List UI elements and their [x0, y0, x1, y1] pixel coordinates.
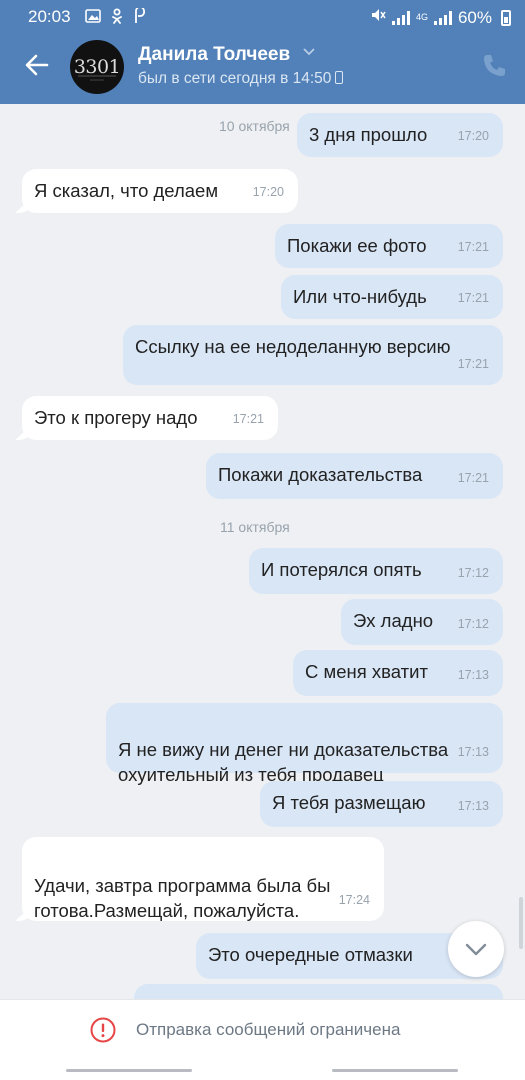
- warning-icon: [90, 1017, 116, 1043]
- message-time: 17:21: [457, 471, 489, 485]
- message-incoming[interactable]: Я сказал, что делаем 17:20: [22, 169, 298, 213]
- nav-indicator: [66, 1069, 192, 1072]
- network-type: 4G: [415, 12, 428, 22]
- chevron-down-icon[interactable]: [302, 44, 316, 61]
- message-text: И потерялся опять: [261, 559, 422, 580]
- message-text: Удачи, завтра программа была бы готова.Р…: [34, 875, 331, 921]
- phone-icon: [484, 55, 505, 76]
- signal-icon: [391, 10, 410, 25]
- message-outgoing[interactable]: И потерялся опять 17:12: [249, 548, 503, 594]
- chat-header: 20:03 4G 60% 3301 Данила Толчеев был в с…: [0, 0, 525, 104]
- message-outgoing[interactable]: Эх ладно 17:12: [341, 599, 503, 645]
- message-time: 17:21: [457, 240, 489, 254]
- back-button[interactable]: [22, 50, 52, 80]
- odnoklassniki-icon: [111, 8, 123, 28]
- message-time: 17:21: [457, 291, 489, 305]
- scroll-to-bottom-button[interactable]: [448, 921, 504, 977]
- mute-icon: [370, 7, 386, 28]
- nav-indicator: [332, 1069, 458, 1072]
- message-outgoing[interactable]: Я тебя размещаю 17:13: [260, 781, 503, 827]
- chevron-down-icon: [465, 943, 487, 956]
- message-time: 17:20: [457, 129, 489, 143]
- message-outgoing[interactable]: Покажи ее фото 17:21: [275, 224, 503, 268]
- message-time: 17:13: [457, 668, 489, 682]
- message-list[interactable]: 10 октября 3 дня прошло 17:20 Я сказал, …: [0, 104, 525, 999]
- message-time: 17:21: [232, 412, 264, 426]
- message-time: 17:12: [457, 566, 489, 580]
- message-incoming[interactable]: Это к прогеру надо 17:21: [22, 396, 278, 440]
- message-incoming[interactable]: Удачи, завтра программа была бы готова.Р…: [22, 837, 384, 921]
- message-text: Покажи доказательства: [218, 464, 423, 485]
- signal-icon-2: [433, 10, 452, 25]
- message-time: 17:21: [457, 357, 489, 371]
- message-outgoing[interactable]: 3 дня прошло 17:20: [297, 113, 503, 157]
- status-bar: 20:03 4G 60%: [0, 0, 525, 34]
- message-text: Это к прогеру надо: [34, 407, 198, 428]
- status-time: 20:03: [28, 7, 71, 26]
- call-button[interactable]: [481, 52, 507, 78]
- mobile-phone-icon: [335, 71, 344, 84]
- message-outgoing[interactable]: Или что-нибудь 17:21: [281, 275, 503, 319]
- message-outgoing[interactable]: Ссылку на ее недоделанную версию 17:21: [123, 325, 503, 385]
- message-outgoing[interactable]: Я не вижу ни денег ни доказательства оху…: [106, 703, 503, 785]
- last-seen-status: был в сети сегодня в 14:50: [138, 70, 332, 87]
- message-time: 17:13: [457, 745, 489, 759]
- avatar[interactable]: 3301: [70, 40, 124, 94]
- send-restricted-banner: Отправка сообщений ограничена: [0, 999, 525, 1059]
- restriction-text: Отправка сообщений ограничена: [136, 1020, 401, 1039]
- date-separator: 10 октября: [219, 118, 290, 134]
- message-time: 17:24: [338, 893, 370, 907]
- message-text: Я сказал, что делаем: [34, 180, 219, 201]
- message-outgoing-partial[interactable]: [134, 984, 503, 999]
- message-text: Ссылку на ее недоделанную версию: [135, 336, 451, 357]
- scrollbar[interactable]: [519, 897, 523, 949]
- message-time: 17:20: [252, 185, 284, 199]
- system-nav-bar: [0, 1059, 525, 1080]
- date-separator: 11 октября: [220, 519, 290, 535]
- battery-percent: 60%: [457, 7, 492, 27]
- gallery-icon: [85, 8, 101, 28]
- contact-name[interactable]: Данила Толчеев: [138, 44, 290, 66]
- message-text: Я не вижу ни денег ни доказательства оху…: [118, 739, 449, 785]
- message-time: 17:13: [457, 799, 489, 813]
- arrow-left-icon: [25, 54, 49, 76]
- message-outgoing[interactable]: Покажи доказательства 17:21: [206, 453, 503, 499]
- app-notification-icon: [133, 6, 147, 28]
- message-time: 17:12: [457, 617, 489, 631]
- battery-icon: [501, 9, 511, 26]
- message-outgoing[interactable]: С меня хватит 17:13: [293, 650, 503, 696]
